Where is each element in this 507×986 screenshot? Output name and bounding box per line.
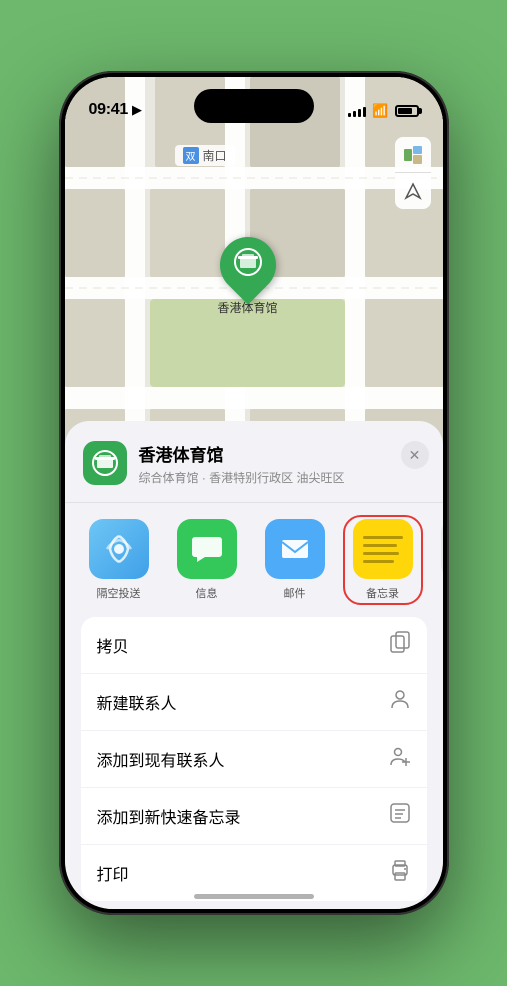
status-time: 09:41 xyxy=(89,101,128,119)
location-detail: 综合体育馆 · 香港特别行政区 油尖旺区 xyxy=(139,469,425,486)
map-type-button[interactable] xyxy=(395,137,431,173)
notes-icon xyxy=(353,519,413,579)
phone-screen: 09:41 ▶ 📶 xyxy=(65,77,443,909)
person-add-icon xyxy=(389,745,411,773)
share-item-airdrop[interactable]: 隔空投送 xyxy=(83,519,155,601)
share-item-messages[interactable]: 信息 xyxy=(171,519,243,601)
bottom-sheet: 香港体育馆 综合体育馆 · 香港特别行政区 油尖旺区 ✕ xyxy=(65,421,443,909)
location-header: 香港体育馆 综合体育馆 · 香港特别行政区 油尖旺区 ✕ xyxy=(65,441,443,503)
action-copy[interactable]: 拷贝 xyxy=(81,617,427,674)
phone-frame: 09:41 ▶ 📶 xyxy=(59,71,449,915)
action-quick-note-label: 添加到新快速备忘录 xyxy=(97,804,241,828)
map-controls xyxy=(395,137,431,209)
mail-icon xyxy=(265,519,325,579)
status-icons: 📶 xyxy=(348,103,418,119)
share-item-notes[interactable]: 备忘录 xyxy=(347,519,419,601)
share-row: 隔空投送 信息 xyxy=(65,503,443,617)
share-item-mail[interactable]: 邮件 xyxy=(259,519,331,601)
wifi-icon: 📶 xyxy=(372,103,388,119)
airdrop-icon xyxy=(89,519,149,579)
location-venue-icon xyxy=(83,441,127,485)
action-add-existing-label: 添加到现有联系人 xyxy=(97,747,225,771)
person-icon xyxy=(389,688,411,716)
location-button[interactable] xyxy=(395,173,431,209)
airdrop-label: 隔空投送 xyxy=(97,585,141,601)
mail-label: 邮件 xyxy=(284,585,306,601)
action-add-existing-contact[interactable]: 添加到现有联系人 xyxy=(81,731,427,788)
home-indicator xyxy=(194,894,314,899)
action-print-label: 打印 xyxy=(97,861,129,885)
location-icon xyxy=(404,182,422,200)
action-quick-note[interactable]: 添加到新快速备忘录 xyxy=(81,788,427,845)
road-label: 双 南口 xyxy=(175,145,235,166)
close-button[interactable]: ✕ xyxy=(401,441,429,469)
messages-icon xyxy=(177,519,237,579)
copy-icon xyxy=(389,631,411,659)
action-new-contact-label: 新建联系人 xyxy=(97,690,177,714)
dynamic-island xyxy=(194,89,314,123)
action-list: 拷贝 新建联系人 xyxy=(81,617,427,901)
marker-circle xyxy=(208,225,287,304)
share-item-more[interactable]: 推 xyxy=(435,519,443,601)
location-info: 香港体育馆 综合体育馆 · 香港特别行政区 油尖旺区 xyxy=(139,441,425,486)
map-type-icon xyxy=(403,145,423,165)
action-new-contact[interactable]: 新建联系人 xyxy=(81,674,427,731)
action-print[interactable]: 打印 xyxy=(81,845,427,901)
location-arrow-icon: ▶ xyxy=(132,102,142,118)
messages-label: 信息 xyxy=(196,585,218,601)
printer-icon xyxy=(389,859,411,887)
notes-label: 备忘录 xyxy=(366,585,399,601)
action-copy-label: 拷贝 xyxy=(97,633,129,657)
marker-inner xyxy=(233,248,261,282)
battery-icon xyxy=(395,105,419,117)
more-icon xyxy=(441,519,443,579)
signal-icon xyxy=(348,105,366,117)
note-icon xyxy=(389,802,411,830)
venue-marker: 香港体育馆 xyxy=(217,237,277,316)
location-name: 香港体育馆 xyxy=(139,441,425,466)
